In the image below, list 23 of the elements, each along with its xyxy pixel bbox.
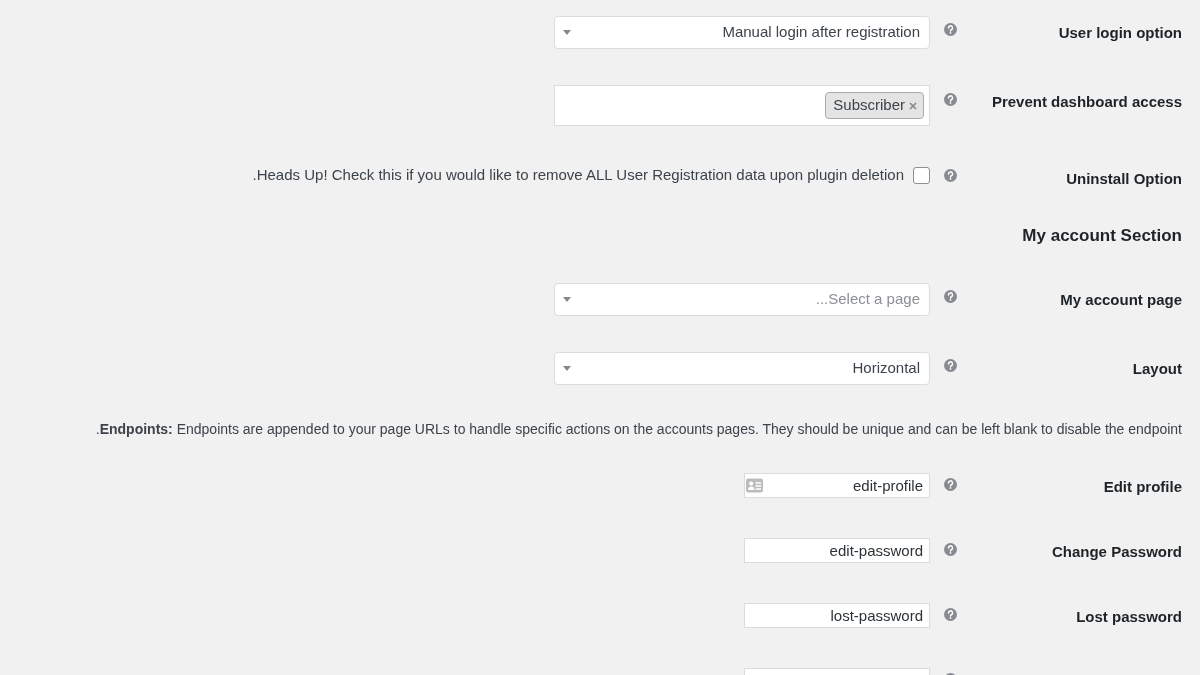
checkbox-description: .Heads Up! Check this if you would like to remove ALL User Registration data upon plugin deletion: [252, 165, 904, 185]
text-field[interactable]: edit-password: [744, 538, 930, 563]
setting-label: User login option: [1058, 23, 1182, 43]
setting-label: Uninstall Option: [1066, 169, 1182, 189]
caret-icon: [563, 297, 571, 302]
section-heading: My account Section: [1022, 225, 1182, 247]
setting-label: Prevent dashboard access: [991, 92, 1182, 112]
setting-label: Change Password: [1051, 542, 1182, 562]
setting-label: Lost password: [1076, 607, 1182, 627]
remove-icon: [909, 101, 917, 110]
caret-icon: [563, 30, 571, 35]
multiselect-field[interactable]: Subscriber: [554, 85, 930, 126]
dropdown[interactable]: Manual login after registration: [554, 16, 930, 49]
endpoints-note: .Endpoints: Endpoints are appended to your page URLs to handle specific actions on the accounts pages. They should be unique and can be left blank to disable the endpoint: [95, 420, 1182, 439]
text-field[interactable]: lost-password: [744, 603, 930, 628]
setting-label: My account page: [1060, 290, 1182, 310]
checkbox[interactable]: [913, 167, 930, 184]
dropdown[interactable]: Horizontal: [554, 352, 930, 385]
caret-icon: [563, 366, 571, 371]
selected-tag[interactable]: Subscriber: [825, 92, 924, 119]
setting-label: Edit profile: [1103, 477, 1182, 497]
setting-label: Layout: [1132, 359, 1182, 379]
text-field[interactable]: edit-profile: [744, 473, 930, 498]
